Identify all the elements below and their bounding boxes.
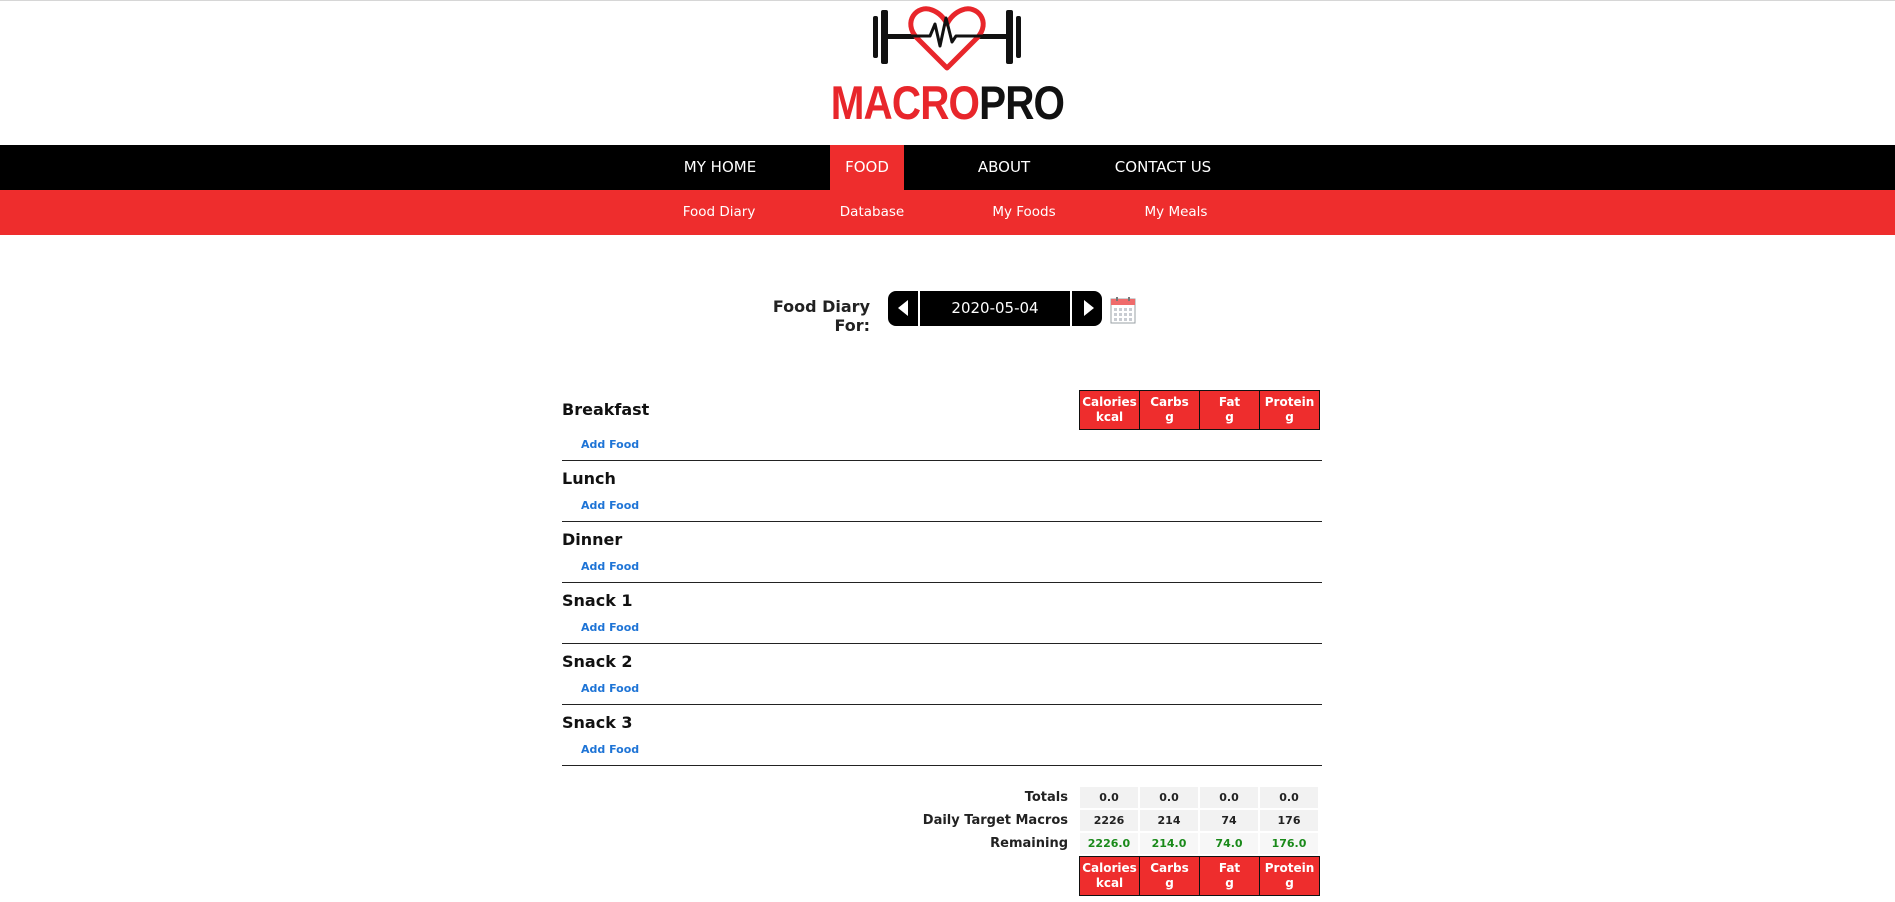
subnav-my-meals[interactable]: My Meals xyxy=(1140,190,1212,235)
meal-title: Dinner xyxy=(562,530,623,549)
logo-word-macro: MACRO xyxy=(830,76,980,129)
logo-word-pro: PRO xyxy=(979,76,1065,129)
target-carbs: 214 xyxy=(1140,810,1198,831)
prev-day-arrow-icon[interactable] xyxy=(888,291,918,326)
target-calories: 2226 xyxy=(1080,810,1138,831)
remaining-row: 2226.0 214.0 74.0 176.0 xyxy=(1080,833,1320,854)
totals-row: 0.0 0.0 0.0 0.0 xyxy=(1080,787,1320,808)
totals-carbs: 0.0 xyxy=(1140,787,1198,808)
selected-date: 2020-05-04 xyxy=(951,299,1039,317)
heart-barbell-icon xyxy=(873,6,1021,71)
next-day-arrow-icon[interactable] xyxy=(1072,291,1102,326)
totals-label: Totals xyxy=(1024,790,1068,805)
subnav-food-diary[interactable]: Food Diary xyxy=(680,190,758,235)
header-calories: Calories kcal xyxy=(1079,856,1140,896)
diary-date-label: Food Diary For: xyxy=(772,297,870,335)
meal-snack-3: Snack 3 Add Food xyxy=(562,713,1322,766)
macro-header-bottom: Calories kcal Carbs g Fat g Protein g xyxy=(1079,856,1320,896)
totals-fat: 0.0 xyxy=(1200,787,1258,808)
add-food-link[interactable]: Add Food xyxy=(581,743,639,756)
remaining-carbs: 214.0 xyxy=(1140,833,1198,854)
logo-wordmark: MACROPRO xyxy=(133,78,1763,128)
add-food-link[interactable]: Add Food xyxy=(581,438,639,451)
meal-title: Lunch xyxy=(562,469,616,488)
nav-contact-us[interactable]: CONTACT US xyxy=(1110,145,1216,190)
header-fat: Fat g xyxy=(1199,856,1260,896)
add-food-link[interactable]: Add Food xyxy=(581,499,639,512)
meal-dinner: Dinner Add Food xyxy=(562,530,1322,583)
target-fat: 74 xyxy=(1200,810,1258,831)
target-label: Daily Target Macros xyxy=(922,813,1068,828)
target-protein: 176 xyxy=(1260,810,1318,831)
totals-protein: 0.0 xyxy=(1260,787,1318,808)
remaining-calories: 2226.0 xyxy=(1080,833,1138,854)
meal-title: Breakfast xyxy=(562,400,650,419)
nav-food[interactable]: FOOD xyxy=(830,145,904,190)
calendar-icon[interactable] xyxy=(1110,296,1136,324)
nav-about[interactable]: ABOUT xyxy=(960,145,1048,190)
header-carbs: Carbs g xyxy=(1139,856,1200,896)
meal-title: Snack 3 xyxy=(562,713,633,732)
remaining-label: Remaining xyxy=(990,836,1068,851)
add-food-link[interactable]: Add Food xyxy=(581,560,639,573)
logo[interactable]: MACROPRO xyxy=(0,0,1895,145)
remaining-protein: 176.0 xyxy=(1260,833,1318,854)
subnav-database[interactable]: Database xyxy=(836,190,908,235)
header-protein: Protein g xyxy=(1259,856,1320,896)
nav-my-home[interactable]: MY HOME xyxy=(665,145,775,190)
date-selector: 2020-05-04 xyxy=(888,291,1102,326)
meal-title: Snack 2 xyxy=(562,652,633,671)
meal-snack-2: Snack 2 Add Food xyxy=(562,652,1322,705)
add-food-link[interactable]: Add Food xyxy=(581,621,639,634)
meal-title: Snack 1 xyxy=(562,591,633,610)
sub-nav: Food Diary Database My Foods My Meals xyxy=(0,190,1895,235)
remaining-fat: 74.0 xyxy=(1200,833,1258,854)
meal-snack-1: Snack 1 Add Food xyxy=(562,591,1322,644)
main-nav: MY HOME FOOD ABOUT CONTACT US xyxy=(0,145,1895,190)
add-food-link[interactable]: Add Food xyxy=(581,682,639,695)
meal-breakfast: Breakfast Add Food xyxy=(562,400,1322,461)
totals-calories: 0.0 xyxy=(1080,787,1138,808)
target-row: 2226 214 74 176 xyxy=(1080,810,1320,831)
meal-lunch: Lunch Add Food xyxy=(562,469,1322,522)
subnav-my-foods[interactable]: My Foods xyxy=(988,190,1060,235)
